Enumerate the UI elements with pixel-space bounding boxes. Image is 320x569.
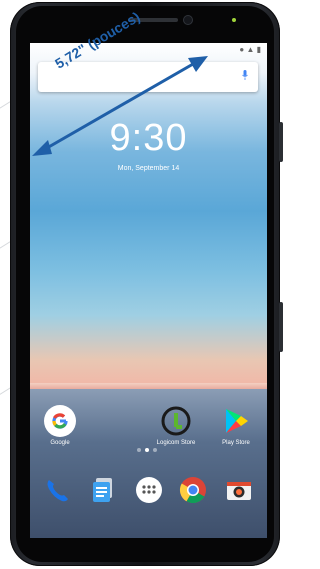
phone-icon[interactable] [42, 475, 72, 505]
app-drawer-icon[interactable] [134, 475, 164, 505]
chrome-icon[interactable] [178, 475, 208, 505]
dock [30, 475, 267, 515]
page-dot [137, 448, 141, 452]
google-search-bar[interactable] [38, 62, 258, 92]
page-indicator [135, 439, 159, 457]
phone-screen: ● ▲ ▮ 9:30 Mon, September 14 Google Logi… [30, 43, 267, 538]
page-dot-active [145, 448, 149, 452]
messages-icon[interactable] [88, 475, 118, 505]
front-camera [184, 16, 192, 24]
app-google[interactable]: Google [40, 405, 80, 446]
status-bar: ● ▲ ▮ [239, 45, 261, 54]
play-store-icon [220, 405, 252, 437]
app-label: Google [50, 440, 70, 446]
volume-button [279, 122, 283, 162]
power-button [279, 302, 283, 352]
camera-icon[interactable] [224, 475, 254, 505]
app-label: Play Store [222, 440, 250, 446]
google-icon [44, 405, 76, 437]
notification-led [232, 18, 236, 22]
mic-icon[interactable] [242, 70, 248, 81]
page-dot [153, 448, 157, 452]
logicom-store-icon [160, 405, 192, 437]
lock-date: Mon, September 14 [117, 165, 180, 172]
lock-clock: 9:30 [109, 117, 188, 159]
app-play-store[interactable]: Play Store [214, 405, 258, 446]
